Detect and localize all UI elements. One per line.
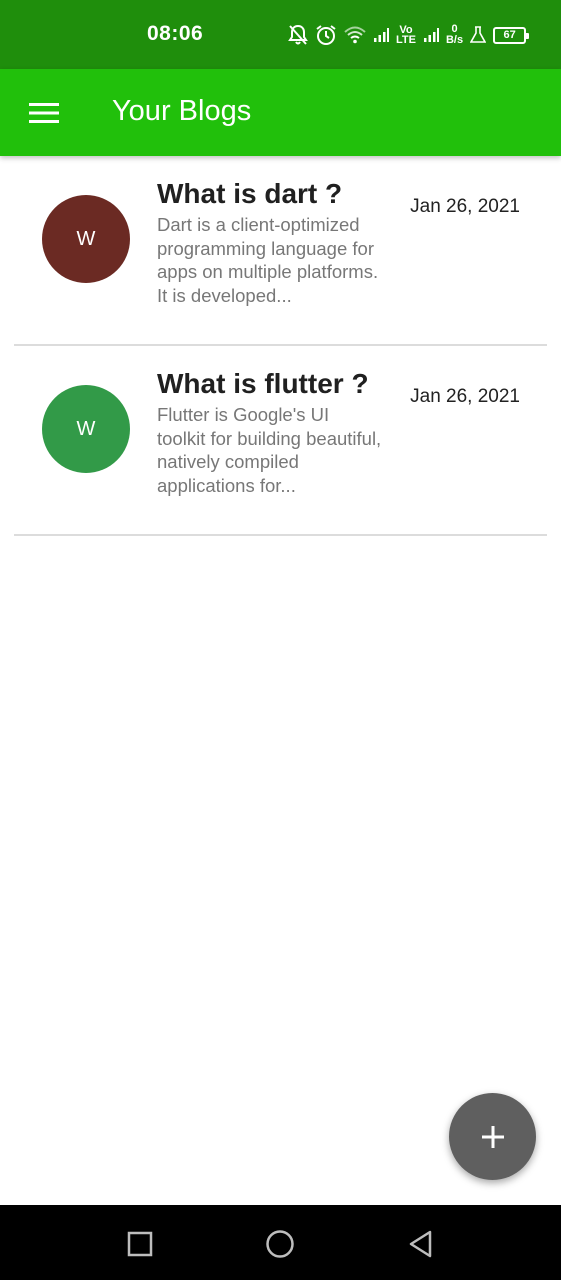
avatar-letter: W [76,417,96,440]
home-button[interactable] [263,1227,297,1261]
blog-date: Jan 26, 2021 [410,196,520,217]
back-triangle-icon [409,1230,432,1258]
status-icons: Vo LTE 0 B/s 67 [288,18,530,52]
speed-unit: B/s [445,34,464,46]
volte-icon: Vo LTE [396,25,416,46]
data-speed-indicator: 0 B/s [446,24,463,46]
avatar: W [42,195,130,283]
blog-title: What is flutter ? [157,368,369,399]
status-bar: 08:06 Vo LTE 0 B/s 67 [0,0,561,69]
blog-date: Jan 26, 2021 [410,386,520,407]
battery-level: 67 [503,29,516,41]
flask-icon [470,26,487,44]
blog-list: W What is dart ? Dart is a client-optimi… [0,156,561,536]
status-time: 08:06 [147,22,204,45]
battery-icon: 67 [493,26,530,44]
alarm-icon [315,24,337,46]
plus-icon [481,1125,504,1148]
notifications-off-icon [288,24,308,46]
wifi-icon [344,25,366,45]
blog-title: What is dart ? [157,178,343,209]
divider [14,534,547,536]
page-title: Your Blogs [112,95,252,127]
blog-excerpt: Dart is a client-optimized programming l… [157,214,379,306]
network-label-bottom: LTE [396,34,416,46]
avatar: W [42,385,130,473]
hamburger-menu-icon [29,103,59,123]
list-item[interactable]: W What is dart ? Dart is a client-optimi… [0,156,561,346]
recents-button[interactable] [123,1227,157,1261]
recents-square-icon [127,1231,153,1257]
add-blog-button[interactable] [449,1093,536,1180]
list-item[interactable]: W What is flutter ? Flutter is Google's … [0,346,561,536]
home-circle-icon [266,1230,294,1258]
avatar-letter: W [76,227,96,250]
back-button[interactable] [404,1227,438,1261]
app-bar: Your Blogs [0,69,561,156]
blog-excerpt: Flutter is Google's UI toolkit for build… [157,404,382,496]
signal-icon [423,27,439,43]
navigation-bar [0,1205,561,1280]
signal-icon [373,27,389,43]
menu-button[interactable] [20,93,68,133]
